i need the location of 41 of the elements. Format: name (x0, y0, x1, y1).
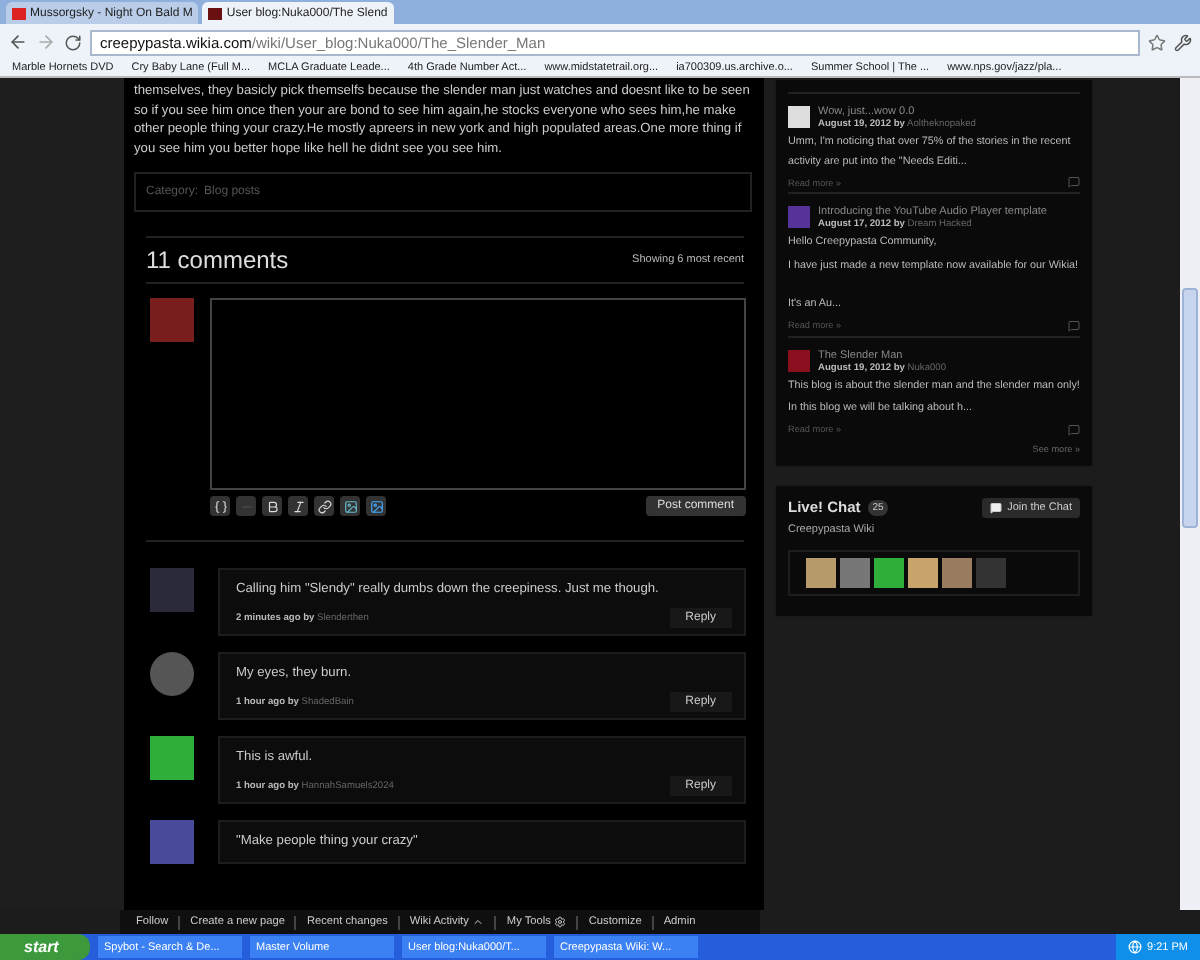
image-icon (343, 499, 357, 513)
wrench-icon (1174, 33, 1192, 51)
commenter-avatar (150, 736, 194, 780)
comment-icon (1068, 423, 1080, 435)
italic-button[interactable] (288, 496, 308, 516)
comment-icon (1068, 176, 1080, 188)
start-button[interactable]: start (0, 934, 90, 960)
italic-icon (291, 499, 305, 513)
back-icon (8, 32, 28, 52)
scrollbar[interactable] (1180, 78, 1200, 910)
source-button[interactable] (210, 496, 230, 516)
image-icon (369, 499, 383, 513)
comment-icon (1068, 319, 1080, 331)
chat-user-avatar[interactable] (908, 557, 938, 587)
gear-icon (554, 916, 567, 928)
chat-user-avatar[interactable] (874, 557, 904, 587)
bold-button[interactable] (262, 496, 282, 516)
bold-icon (265, 499, 279, 513)
commenter-avatar (150, 652, 194, 696)
forward-icon (36, 32, 56, 52)
post-thumbnail (788, 206, 810, 228)
image-button[interactable] (340, 496, 360, 516)
reload-icon (64, 33, 82, 51)
commenter-avatar (150, 820, 194, 864)
video-button[interactable] (366, 496, 386, 516)
link-button[interactable] (314, 496, 334, 516)
chat-user-avatar[interactable] (806, 557, 836, 587)
caret-icon (472, 916, 485, 928)
link-icon (317, 499, 331, 513)
post-thumbnail (788, 349, 810, 371)
post-thumbnail (788, 106, 810, 128)
comment-input[interactable] (210, 298, 746, 490)
braces-icon (213, 499, 227, 513)
user-avatar (150, 298, 194, 342)
chat-bubble-icon (989, 501, 1002, 513)
chat-user-avatar[interactable] (840, 557, 870, 587)
star-icon (1148, 33, 1166, 51)
network-icon (1127, 940, 1142, 954)
comments-heading: 11 comments (146, 246, 289, 274)
commenter-avatar (150, 568, 194, 612)
chat-user-avatar[interactable] (942, 557, 972, 587)
